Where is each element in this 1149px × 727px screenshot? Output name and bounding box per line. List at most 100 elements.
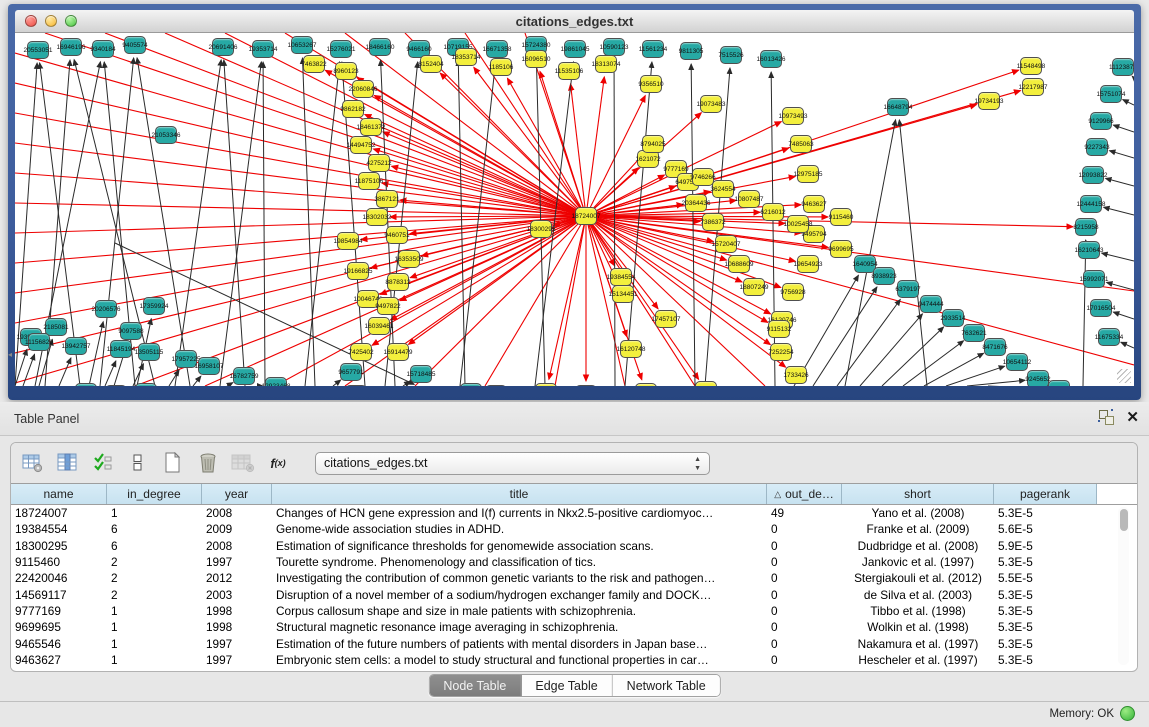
graph-node[interactable]: 16671358 [486,40,508,58]
tab-edge-table[interactable]: Edge Table [521,675,612,696]
graph-node[interactable]: 2050113 [135,383,157,386]
graph-node[interactable]: 7485063 [790,135,812,153]
graph-node[interactable]: 16648794 [887,98,909,116]
graph-node[interactable]: 14494752 [350,136,372,154]
graph-node[interactable]: 18946102 [575,385,597,386]
graph-node[interactable]: 10973493 [782,107,804,125]
graph-node[interactable]: 18353714 [455,48,477,66]
graph-node[interactable]: 9474412 [1048,380,1070,386]
graph-node[interactable]: 18807249 [743,278,765,296]
graph-node[interactable]: 10807487 [738,190,760,208]
graph-node[interactable]: 9115132 [768,320,790,338]
graph-edge[interactable] [1121,342,1134,348]
graph-node[interactable]: 9115460 [830,208,852,226]
graph-node[interactable]: 11561234 [642,40,664,58]
graph-node[interactable]: 16210643 [1078,241,1100,259]
scrollbar-thumb[interactable] [1120,509,1128,531]
graph-node[interactable]: 19854984 [337,232,359,250]
graph-node[interactable]: 1733426 [785,366,807,384]
float-panel-icon[interactable] [1099,410,1114,425]
window-resize-grip[interactable] [1117,369,1131,383]
graph-node[interactable]: 19734193 [978,92,1000,110]
graph-node[interactable]: 10872149 [535,383,557,386]
graph-node[interactable]: 19384554 [610,268,632,286]
table-row[interactable]: 969969511998Structural magnetic resonanc… [11,619,1137,635]
graph-node[interactable]: 9505013 [105,385,127,386]
graph-node[interactable]: 9746266 [692,168,714,186]
graph-node[interactable]: 12975185 [797,165,819,183]
graph-node[interactable]: 18302032 [366,208,388,226]
graph-edge[interactable] [105,361,116,386]
graph-edge[interactable] [74,60,155,386]
graph-node[interactable]: 8471676 [984,338,1006,356]
graph-edge[interactable] [1123,100,1134,105]
column-header-short[interactable]: short [842,484,994,504]
graph-node[interactable]: 22060846 [352,80,374,98]
graph-edge[interactable] [882,327,944,386]
window-titlebar[interactable]: citations_edges.txt [15,10,1134,33]
graph-edge[interactable] [860,314,922,386]
graph-edge[interactable] [903,341,964,386]
vertical-scrollbar[interactable] [1118,507,1129,665]
graph-edge[interactable] [409,216,586,344]
graph-node[interactable]: 16782759 [233,367,255,385]
graph-node[interactable]: 9862182 [342,100,364,118]
graph-node[interactable]: 8152404 [420,55,442,73]
graph-node[interactable]: 15134451 [612,285,634,303]
graph-edge[interactable] [1113,312,1134,319]
panel-collapse-tick[interactable]: ◂ [8,350,12,359]
graph-edge[interactable] [105,33,586,216]
graph-node[interactable]: 15751074 [1100,85,1122,103]
column-header-out_de[interactable]: △out_de… [767,484,842,504]
graph-node[interactable]: 19166825 [347,262,369,280]
graph-node[interactable]: 10025458 [787,215,809,233]
graph-edge[interactable] [15,53,586,216]
graph-node[interactable]: 11875106 [358,172,380,190]
graph-node[interactable]: 10465123 [485,385,507,386]
graph-node[interactable]: 7463822 [303,55,325,73]
close-panel-icon[interactable]: ✕ [1126,410,1139,425]
select-columns-icon[interactable] [91,452,115,474]
table-row[interactable]: 977716911998Corpus callosum shape and si… [11,603,1137,619]
graph-edge[interactable] [422,216,586,256]
graph-node[interactable]: 16039461 [368,317,390,335]
graph-edge[interactable] [771,72,775,386]
graph-edge[interactable] [193,376,201,386]
graph-node[interactable]: 9657791 [340,363,362,381]
graph-node[interactable]: 7386372 [702,213,724,231]
graph-node[interactable]: 15718485 [410,365,432,383]
graph-edge[interactable] [586,77,604,216]
graph-node[interactable]: 11675334 [1098,328,1120,346]
table-row[interactable]: 1456911722003Disruption of a novel membe… [11,586,1137,602]
graph-node[interactable]: 9097588 [120,322,142,340]
tab-network-table[interactable]: Network Table [613,675,720,696]
graph-node[interactable]: 18461372 [360,118,382,136]
graph-edge[interactable] [227,383,233,386]
show-columns-icon[interactable] [56,452,80,474]
graph-node[interactable]: 18300295 [530,220,552,238]
graph-node[interactable]: 17359924 [143,297,165,315]
table-row[interactable]: 1830029562008Estimation of significance … [11,538,1137,554]
graph-node[interactable]: 17016504 [1090,299,1112,317]
table-row[interactable]: 946554611997Estimation of the future num… [11,635,1137,651]
graph-node[interactable]: 11845194 [110,340,132,358]
graph-node[interactable]: 16958107 [198,357,220,375]
graph-edge[interactable] [924,353,984,386]
graph-node[interactable]: 4275212 [368,154,390,172]
graph-node[interactable]: 19861045 [564,40,586,58]
table-selector-dropdown[interactable]: citations_edges.txt ▲▼ [315,452,710,475]
graph-node[interactable]: 9227343 [1086,138,1108,156]
graph-edge[interactable] [586,216,1134,365]
table-row[interactable]: 1938455462009Genome-wide association stu… [11,521,1137,537]
graph-edge[interactable] [458,60,465,386]
graph-node[interactable]: 8938923 [873,267,895,285]
graph-hub-node[interactable]: 18724007 [575,207,597,225]
graph-node[interactable]: 9474444 [920,295,942,313]
graph-edge[interactable] [224,60,245,386]
graph-node[interactable]: 19073483 [700,95,722,113]
graph-edge[interactable] [15,216,586,263]
graph-node[interactable]: 16013426 [760,50,782,68]
graph-node[interactable]: 15992071 [1083,270,1105,288]
graph-node[interactable]: 8215958 [1075,218,1097,236]
graph-node[interactable]: 6216012 [762,203,784,221]
